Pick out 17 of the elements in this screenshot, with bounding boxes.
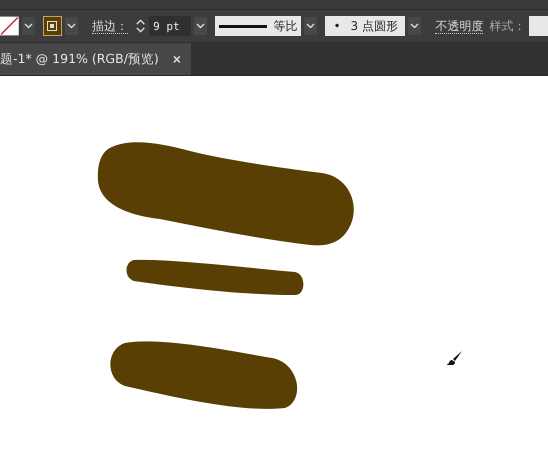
caret-icon[interactable]	[194, 17, 208, 35]
caret-icon[interactable]	[304, 17, 318, 35]
stroke-weight-field[interactable]: 9 pt	[149, 16, 192, 36]
stroke-profile-dropdown[interactable]: 等比	[215, 16, 302, 36]
caret-icon[interactable]	[408, 17, 422, 35]
caret-icon[interactable]	[22, 17, 35, 35]
brush-dropdown[interactable]: • 3 点圆形	[325, 16, 406, 36]
stroke-label[interactable]: 描边：	[92, 18, 128, 34]
style-swatch[interactable]	[529, 16, 548, 36]
stroke-none-swatch[interactable]	[0, 16, 19, 36]
opacity-label[interactable]: 不透明度	[435, 18, 484, 34]
brush-icon	[447, 351, 463, 365]
fill-swatch[interactable]	[42, 16, 62, 36]
close-button[interactable]: ×	[172, 51, 181, 67]
caret-icon[interactable]	[64, 17, 78, 35]
document-tab[interactable]: 题-1* @ 191% (RGB/预览) ×	[0, 43, 191, 75]
style-label: 样式：	[489, 18, 526, 34]
